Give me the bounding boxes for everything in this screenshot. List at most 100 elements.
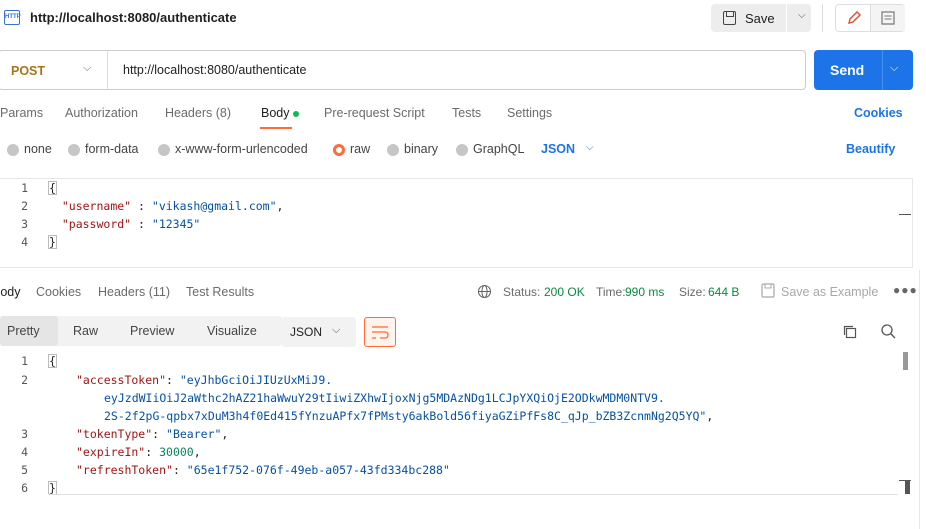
response-scroll-marker [905, 480, 910, 494]
line-number: 5 [21, 463, 28, 477]
radio-button [456, 144, 468, 156]
tab-response-headers[interactable]: Headers (11) [98, 285, 170, 299]
json-value-continued: 2S-2f2pG-qpbx7xDuM3h4f0Ed415fYnzuAPfx7fP… [104, 409, 707, 423]
document-icon [881, 11, 895, 25]
radio-label: raw [350, 142, 371, 156]
pane-edge [919, 270, 920, 529]
line-number: 2 [21, 373, 28, 387]
status-value[interactable]: 200 OK [544, 285, 585, 299]
search-icon[interactable] [880, 323, 897, 340]
json-value: "12345" [151, 217, 201, 231]
time-label: Time: [596, 285, 626, 299]
radio-button [68, 144, 80, 156]
tab-params[interactable]: Params [0, 106, 43, 120]
line-number: 1 [21, 181, 28, 195]
response-scrollbar-thumb[interactable] [903, 352, 908, 370]
save-as-example-button[interactable]: Save as Example [781, 285, 878, 299]
tab-body-label: Body [261, 106, 290, 120]
tab-authorization[interactable]: Authorization [65, 106, 138, 120]
line-number: 4 [21, 235, 28, 249]
line-number: 1 [21, 354, 28, 368]
tab-body[interactable]: Body [261, 106, 299, 120]
tab-pre-request-script[interactable]: Pre-request Script [324, 106, 425, 120]
active-tab-underline [260, 127, 292, 129]
view-pretty[interactable]: Pretty [0, 316, 58, 346]
tab-tests[interactable]: Tests [452, 106, 481, 120]
radio-label: GraphQL [473, 142, 525, 156]
editor-scrollbar[interactable] [912, 178, 913, 268]
view-preview[interactable]: Preview [130, 324, 174, 338]
http-icon: HTTP [4, 10, 21, 25]
url-divider [107, 51, 108, 89]
open-brace: { [48, 354, 57, 368]
size-value[interactable]: 644 B [708, 285, 739, 299]
tab-response-body[interactable]: Body [0, 285, 21, 299]
chevron-down-icon[interactable]: ⌵ [586, 142, 594, 153]
send-divider [882, 50, 883, 90]
chevron-down-icon: ⌵ [332, 324, 341, 336]
copy-icon[interactable] [842, 324, 858, 340]
tab-response-cookies[interactable]: Cookies [36, 285, 81, 299]
current-line-highlight [48, 494, 898, 495]
json-key: "tokenType" [76, 427, 153, 441]
line-number: 2 [21, 199, 28, 213]
send-button[interactable]: Send ⌵ [814, 50, 913, 90]
radio-button-selected [333, 144, 345, 156]
documentation-button[interactable] [871, 5, 905, 31]
response-format-select[interactable]: JSON ⌵ [282, 317, 356, 347]
url-input[interactable]: http://localhost:8080/authenticate [123, 63, 306, 77]
json-key: "password" [61, 217, 132, 231]
body-indicator-dot [292, 110, 299, 117]
save-button-label: Save [745, 11, 775, 26]
cookies-link[interactable]: Cookies [854, 106, 903, 120]
view-visualize[interactable]: Visualize [207, 324, 257, 338]
code-line: "refreshToken": "65e1f752-076f-49eb-a057… [76, 463, 450, 477]
status-label: Status: [503, 285, 541, 299]
url-bar: POST ⌵ http://localhost:8080/authenticat… [0, 50, 806, 90]
request-title[interactable]: http://localhost:8080/authenticate [30, 10, 237, 25]
save-button[interactable]: Save ⌵ [711, 4, 811, 32]
tab-settings[interactable]: Settings [507, 106, 552, 120]
code-line: "username" : "vikash@gmail.com", [61, 199, 284, 213]
save-example-icon [761, 283, 775, 298]
tab-headers[interactable]: Headers (8) [165, 106, 231, 120]
beautify-link[interactable]: Beautify [846, 142, 895, 156]
line-number: 3 [21, 217, 28, 231]
json-key: "refreshToken" [76, 463, 173, 477]
body-format-select[interactable]: JSON [541, 142, 575, 156]
view-raw[interactable]: Raw [73, 324, 98, 338]
json-key: "accessToken" [76, 373, 167, 387]
chevron-down-icon[interactable]: ⌵ [798, 10, 806, 21]
method-select[interactable]: POST [11, 64, 45, 78]
json-value: "Bearer" [166, 427, 222, 441]
radio-label: form-data [85, 142, 139, 156]
code-line: "accessToken": "eyJhbGciOiJIUzUxMiJ9. [76, 373, 333, 387]
edit-button[interactable] [836, 5, 871, 31]
pencil-icon [848, 11, 861, 24]
close-brace: } [48, 235, 57, 249]
chevron-down-icon[interactable]: ⌵ [890, 62, 898, 75]
tab-test-results[interactable]: Test Results [186, 285, 254, 299]
wrap-lines-icon [372, 326, 389, 339]
radio-label: binary [404, 142, 439, 156]
save-disk-icon [723, 11, 736, 25]
view-pretty-label: Pretty [7, 324, 40, 338]
radio-button [158, 144, 170, 156]
more-icon[interactable]: ●●● [893, 283, 918, 297]
wrap-lines-button[interactable] [364, 317, 396, 347]
radio-button [387, 144, 399, 156]
time-value[interactable]: 990 ms [625, 285, 664, 299]
scroll-cursor [899, 214, 911, 215]
json-value: "eyJhbGciOiJIUzUxMiJ9. [179, 373, 333, 387]
edit-toggle-group [835, 4, 905, 32]
json-value: "65e1f752-076f-49eb-a057-43fd334bc288" [186, 463, 450, 477]
size-label: Size: [679, 285, 706, 299]
view-mode-group: Pretty Raw Preview Visualize [0, 316, 282, 346]
chevron-down-icon[interactable]: ⌵ [83, 62, 91, 75]
code-line: "tokenType": "Bearer", [76, 427, 229, 441]
radio-label: x-www-form-urlencoded [175, 142, 308, 156]
line-number: 6 [21, 481, 28, 495]
send-button-label: Send [830, 62, 865, 78]
radio-button [7, 144, 19, 156]
globe-icon[interactable] [477, 284, 492, 299]
